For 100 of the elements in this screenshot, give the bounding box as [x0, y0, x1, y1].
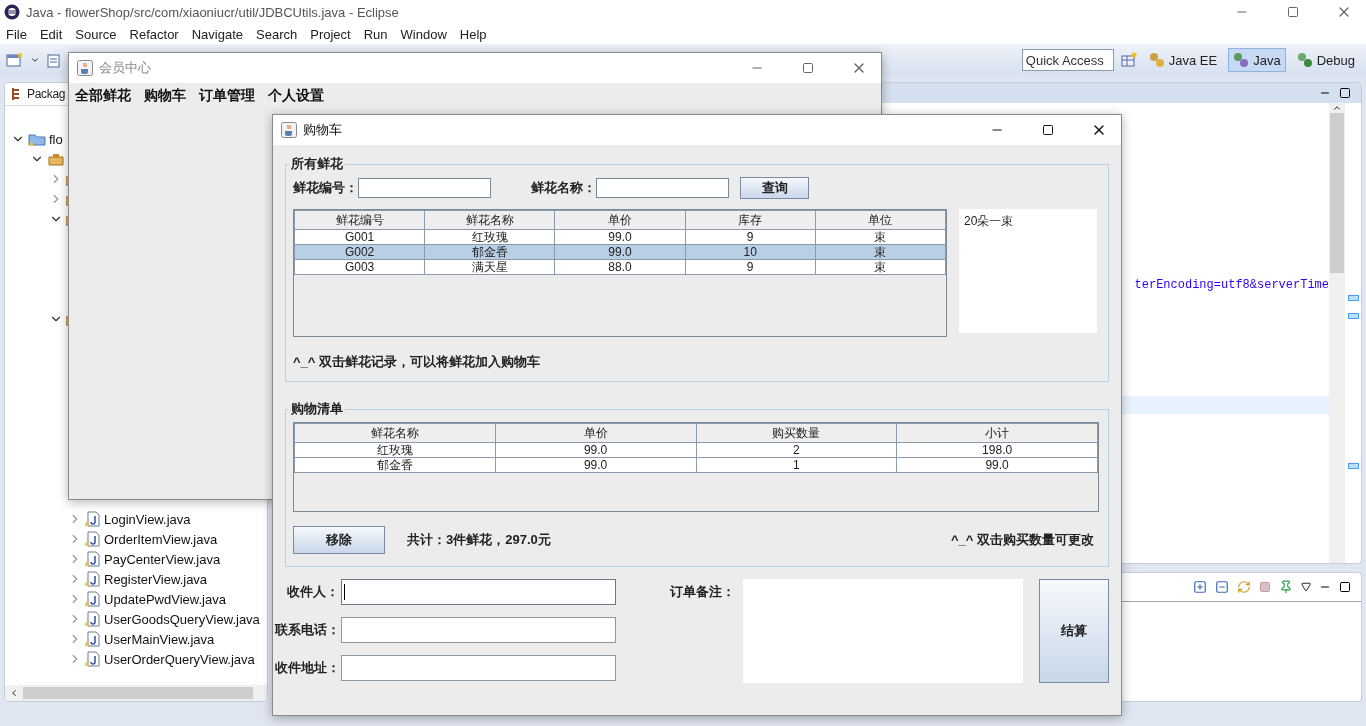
annotation-marker-icon[interactable]	[1347, 463, 1359, 469]
table-header-cell[interactable]: 鲜花名称	[424, 210, 555, 230]
table-header-cell[interactable]: 鲜花名称	[294, 423, 496, 443]
perspective-icon	[1148, 52, 1165, 68]
hint-text: ^_^ 双击鲜花记录，可以将鲜花加入购物车	[293, 353, 542, 371]
tree-item-label[interactable]: RegisterView.java	[104, 571, 208, 587]
tree-item-label[interactable]: UpdatePwdView.java	[104, 591, 226, 607]
table-cell: 88.0	[554, 259, 686, 275]
table-cell: 束	[815, 244, 946, 260]
menu-item[interactable]: Project	[310, 26, 351, 42]
menu-item[interactable]: 购物车	[144, 87, 186, 105]
perspective-button[interactable]: Java	[1228, 48, 1286, 72]
menu-item[interactable]: Window	[400, 26, 447, 42]
view-menu-icon[interactable]	[1301, 582, 1311, 592]
total-text: 共计：3件鲜花，297.0元	[407, 531, 551, 549]
java-file-icon	[85, 531, 101, 547]
table-cell: 2	[696, 442, 897, 458]
dropdown-caret-icon[interactable]	[30, 55, 40, 65]
java-file-icon	[85, 591, 101, 607]
menu-item[interactable]: Edit	[39, 26, 63, 42]
table-header-cell[interactable]: 小计	[896, 423, 1098, 443]
field-label: 订单备注：	[670, 583, 735, 601]
perspective-button[interactable]: Java EE	[1143, 48, 1223, 72]
java-cup-icon	[281, 122, 297, 138]
open-perspective-icon[interactable]	[1119, 52, 1138, 68]
table-cell: G002	[294, 244, 425, 260]
menu-item[interactable]: 订单管理	[199, 87, 255, 105]
tree-item-label[interactable]: PayCenterView.java	[104, 551, 221, 567]
table-header-cell[interactable]: 单位	[815, 210, 946, 230]
search-field[interactable]	[358, 178, 491, 198]
tree-item-label[interactable]: UserGoodsQueryView.java	[104, 611, 260, 627]
menu-item[interactable]: Navigate	[191, 26, 243, 42]
new-file-icon[interactable]	[46, 52, 62, 68]
scroll-left-icon[interactable]	[9, 688, 19, 698]
annotation-marker-icon[interactable]	[1347, 313, 1359, 319]
table-cell: 9	[685, 229, 816, 245]
menu-item[interactable]: File	[6, 26, 27, 42]
java-cup-icon	[77, 60, 93, 76]
window-title: Java - flowerShop/src/com/xiaoniucr/util/JDBCUtils.java - Eclipse	[26, 4, 400, 20]
perspective-button[interactable]: Debug	[1291, 48, 1360, 72]
table-cell: 束	[815, 229, 946, 245]
java-file-icon	[85, 551, 101, 567]
remove-button[interactable]: 移除	[293, 526, 385, 554]
menu-item[interactable]: 全部鲜花	[75, 87, 131, 105]
eclipse-logo-icon	[4, 4, 20, 20]
expand-all-icon[interactable]	[1193, 580, 1207, 594]
scroll-up-icon[interactable]	[1332, 103, 1342, 113]
menu-item[interactable]: Run	[363, 26, 388, 42]
table-cell: 郁金香	[424, 244, 555, 260]
field-label: 收件地址：	[275, 659, 339, 677]
input-field[interactable]	[341, 579, 616, 605]
input-field[interactable]	[341, 655, 616, 681]
quick-access-field[interactable]: Quick Access	[1021, 49, 1114, 71]
java-file-icon	[85, 571, 101, 587]
horizontal-scrollbar[interactable]	[5, 685, 267, 701]
search-field[interactable]	[596, 178, 729, 198]
tree-item-label[interactable]: UserMainView.java	[104, 631, 215, 647]
tree-item-label[interactable]: UserOrderQueryView.java	[104, 651, 255, 667]
table-cell: 1	[696, 457, 897, 473]
table-cell: 198.0	[896, 442, 1098, 458]
table-header-cell[interactable]: 单价	[554, 210, 686, 230]
table-cell: 99.0	[554, 244, 686, 260]
new-window-icon[interactable]	[6, 52, 24, 68]
maximize-icon[interactable]	[1339, 581, 1351, 593]
annotation-marker-icon[interactable]	[1347, 295, 1359, 301]
checkout-button[interactable]: 结算	[1039, 579, 1109, 683]
perspective-icon	[1296, 52, 1313, 68]
menu-item[interactable]: 个人设置	[268, 87, 324, 105]
java-file-icon	[85, 611, 101, 627]
collapse-all-icon[interactable]	[1215, 580, 1229, 594]
menu-item[interactable]: Help	[459, 26, 487, 42]
code-line: terEncoding=utf8&serverTime	[1133, 278, 1329, 292]
section-title: 所有鲜花	[290, 155, 344, 173]
pin-icon[interactable]	[1279, 580, 1293, 594]
stop-icon[interactable]	[1259, 581, 1271, 593]
field-label: 鲜花名称：	[531, 179, 596, 197]
table-header-cell[interactable]: 库存	[685, 210, 816, 230]
hint-text: ^_^ 双击购买数量可更改	[950, 531, 1095, 549]
table-cell: 99.0	[896, 457, 1098, 473]
tree-item-label[interactable]: LoginView.java	[104, 511, 191, 527]
vertical-scrollbar[interactable]	[1329, 103, 1345, 563]
query-button[interactable]: 查询	[740, 177, 809, 199]
table-header-cell[interactable]: 鲜花编号	[294, 210, 425, 230]
tree-item-label[interactable]: OrderItemView.java	[104, 531, 218, 547]
tree-item-label[interactable]: flo	[49, 131, 63, 147]
java-file-icon	[85, 631, 101, 647]
table-cell: G003	[294, 259, 425, 275]
table-header-cell[interactable]: 购买数量	[696, 423, 897, 443]
table-header-cell[interactable]: 单价	[495, 423, 696, 443]
menu-item[interactable]: Refactor	[129, 26, 179, 42]
menu-item[interactable]: Search	[256, 26, 298, 42]
panel-tab[interactable]: Packag	[27, 87, 66, 101]
table-cell: 10	[685, 244, 816, 260]
menu-item[interactable]: Source	[75, 26, 117, 42]
table-cell: 红玫瑰	[424, 229, 555, 245]
table-cell: 束	[815, 259, 946, 275]
table-cell: 99.0	[495, 442, 696, 458]
input-field[interactable]	[341, 617, 616, 643]
sync-icon[interactable]	[1237, 580, 1251, 594]
maximize-icon[interactable]	[1339, 87, 1351, 99]
